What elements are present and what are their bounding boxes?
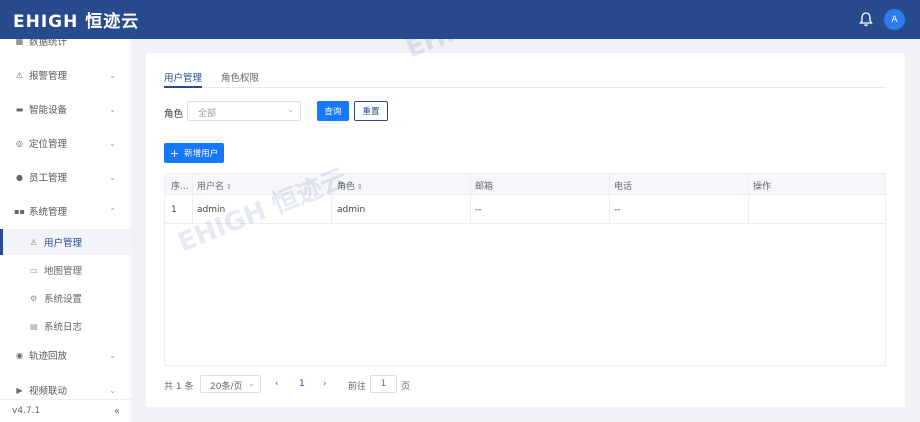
tab-role-permissions[interactable]: 角色权限 <box>221 70 259 84</box>
col-actions: 操作 <box>753 182 772 192</box>
top-header: EHIGH 恒迹云 A <box>0 0 920 39</box>
sidebar-item-location[interactable]: ◎ 定位管理 ⌄ <box>0 131 131 155</box>
chevron-down-icon: ⌄ <box>109 385 116 395</box>
col-phone: 电话 <box>614 182 633 192</box>
add-user-label: 新增用户 <box>184 149 219 159</box>
person-icon: ● <box>16 172 23 182</box>
cell-email: -- <box>475 205 482 215</box>
chevron-down-icon: ⌄ <box>109 104 116 114</box>
location-icon: ◎ <box>16 138 23 148</box>
map-icon: ▭ <box>30 265 38 275</box>
next-page-icon[interactable]: › <box>323 379 327 389</box>
avatar[interactable]: A <box>884 9 905 30</box>
current-page[interactable]: 1 <box>299 379 305 389</box>
chart-icon: ▦ <box>15 39 24 46</box>
prev-page-icon[interactable]: ‹ <box>275 379 279 389</box>
user-icon: ♙ <box>30 237 38 247</box>
alarm-icon: ⚠ <box>15 70 24 80</box>
track-icon: ◉ <box>16 350 23 360</box>
chevron-down-icon: ⌄ <box>287 105 294 114</box>
bell-icon[interactable] <box>859 12 873 27</box>
page-size-select[interactable]: 20条/页 ⌄ <box>200 375 261 393</box>
app-logo[interactable]: EHIGH 恒迹云 <box>13 7 139 32</box>
role-filter-label: 角色 <box>164 109 184 120</box>
cell-index: 1 <box>171 205 177 215</box>
sort-icon[interactable]: ⇕ <box>357 183 363 191</box>
goto-label: 前往 <box>348 382 367 392</box>
sidebar-item-staff[interactable]: ● 员工管理 ⌄ <box>0 165 131 189</box>
role-select[interactable]: 全部 ⌄ <box>187 101 301 121</box>
sidebar-subitem-maps[interactable]: ▭ 地图管理 <box>0 257 131 283</box>
double-chevron-left-icon[interactable]: « <box>114 406 120 417</box>
cell-role: admin <box>337 205 366 215</box>
version-label: v4.7.1 <box>12 406 41 416</box>
tab-user-management[interactable]: 用户管理 <box>164 70 203 88</box>
col-role[interactable]: 角色 ⇕ <box>337 179 363 192</box>
chevron-down-icon: ⌄ <box>109 138 116 148</box>
cell-username: admin <box>197 205 226 215</box>
chevron-down-icon: ⌄ <box>248 379 255 388</box>
sidebar-item-stats[interactable]: ▦ 数据统计 <box>0 39 131 53</box>
page-suffix: 页 <box>401 382 411 392</box>
sidebar-subitem-settings[interactable]: ⚙ 系统设置 <box>0 285 131 311</box>
total-count: 共 1 条 <box>164 382 194 392</box>
users-table: 序... 用户名 ⇕ 角色 ⇕ 邮箱 电话 操作 1 admin admin -- … <box>164 173 886 366</box>
col-email: 邮箱 <box>475 182 494 192</box>
plus-icon: + <box>169 146 180 160</box>
sidebar-item-system[interactable]: ▪▪ 系统管理 ⌃ <box>0 199 131 223</box>
tabs: 用户管理 角色权限 <box>164 70 886 88</box>
table-header: 序... 用户名 ⇕ 角色 ⇕ 邮箱 电话 操作 <box>165 174 885 195</box>
chevron-down-icon: ⌄ <box>109 350 116 360</box>
sidebar-subitem-users[interactable]: ♙ 用户管理 <box>0 229 131 255</box>
gear-icon: ⚙ <box>30 293 38 303</box>
role-select-value: 全部 <box>198 109 217 119</box>
sort-icon[interactable]: ⇕ <box>226 183 232 191</box>
pagination: 共 1 条 20条/页 ⌄ ‹ 1 › 前往 1 页 <box>164 375 564 395</box>
doc-icon: ▤ <box>30 321 38 331</box>
grid-icon: ▪▪ <box>14 206 25 216</box>
chevron-down-icon: ⌄ <box>109 70 116 80</box>
main-card: 用户管理 角色权限 角色 全部 ⌄ 查询 重置 + 新增用户 序... 用户名 ⇕… <box>146 53 905 407</box>
sidebar-item-track[interactable]: ◉ 轨迹回放 ⌄ <box>0 343 131 367</box>
device-icon: ▬ <box>15 104 24 114</box>
goto-page-input[interactable]: 1 <box>370 375 397 393</box>
reset-button[interactable]: 重置 <box>354 101 388 121</box>
sidebar-subitem-logs[interactable]: ▤ 系统日志 <box>0 313 131 339</box>
table-row: 1 admin admin -- -- <box>165 195 885 224</box>
sidebar: ▦ 数据统计 ⚠ 报警管理 ⌄ ▬ 智能设备 ⌄ ◎ 定位管理 ⌄ ● 员工管理… <box>0 39 131 422</box>
cell-phone: -- <box>614 205 621 215</box>
query-button[interactable]: 查询 <box>317 101 349 121</box>
sidebar-footer: v4.7.1 « <box>0 399 131 422</box>
sidebar-item-alarm[interactable]: ⚠ 报警管理 ⌄ <box>0 63 131 87</box>
sidebar-item-device[interactable]: ▬ 智能设备 ⌄ <box>0 97 131 121</box>
chevron-up-icon: ⌃ <box>109 206 116 216</box>
col-username[interactable]: 用户名 ⇕ <box>197 179 232 192</box>
add-user-button[interactable]: + 新增用户 <box>164 143 224 163</box>
col-index: 序... <box>171 182 189 192</box>
chevron-down-icon: ⌄ <box>109 172 116 182</box>
video-icon: ▶ <box>16 385 23 395</box>
